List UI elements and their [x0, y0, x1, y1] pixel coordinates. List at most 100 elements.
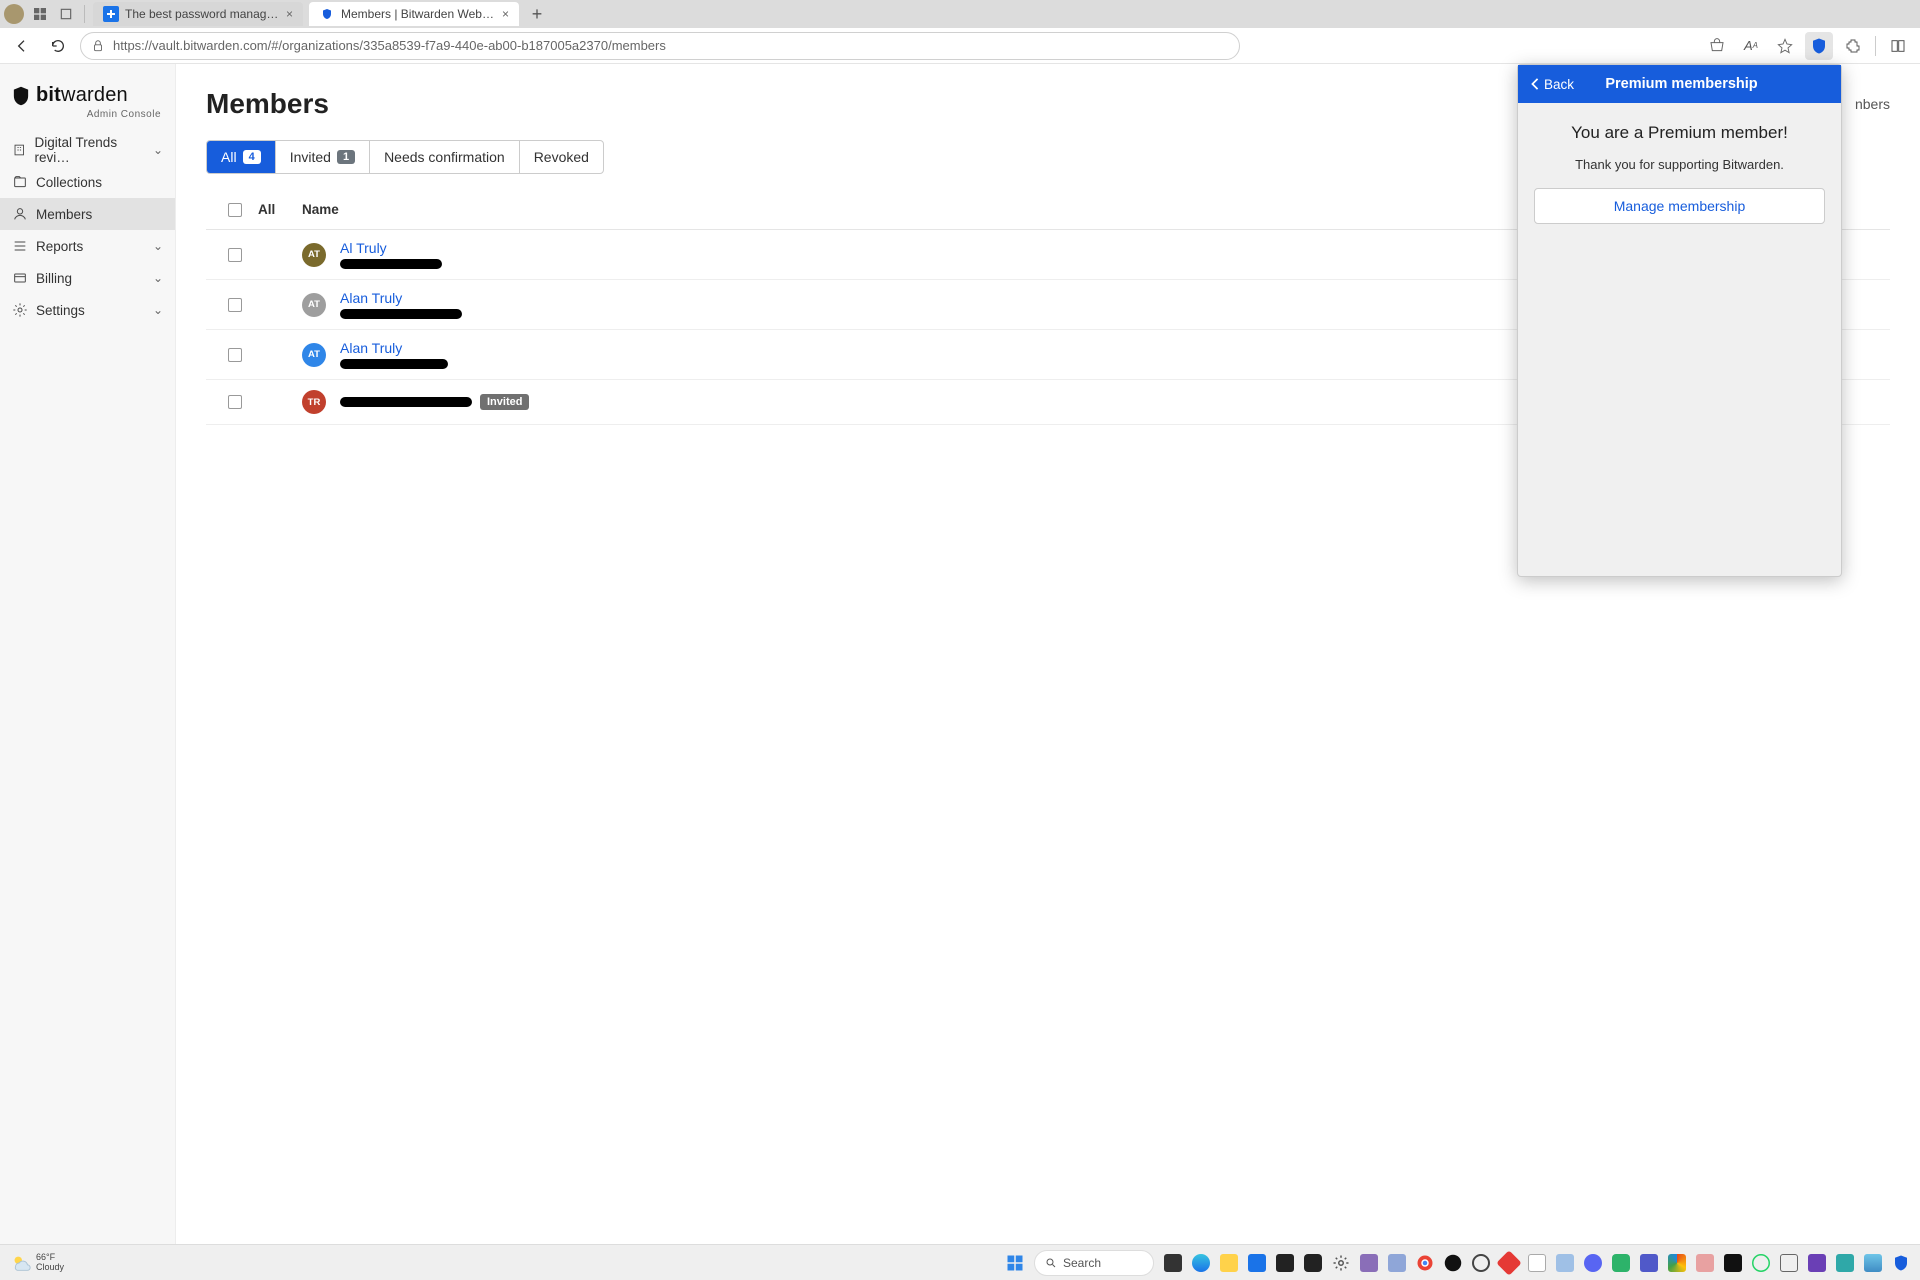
- avatar: AT: [302, 343, 326, 367]
- member-name-link[interactable]: Alan Truly: [340, 290, 462, 306]
- select-all-checkbox[interactable]: [228, 203, 242, 217]
- text-size-icon[interactable]: AA: [1737, 32, 1765, 60]
- shopping-icon[interactable]: [1703, 32, 1731, 60]
- new-tab-button[interactable]: +: [525, 2, 549, 26]
- favorite-star-icon[interactable]: [1771, 32, 1799, 60]
- url-bar[interactable]: https://vault.bitwarden.com/#/organizati…: [80, 32, 1240, 60]
- sidebar-item-reports[interactable]: Reports ⌄: [0, 230, 175, 262]
- circle-icon[interactable]: [1472, 1254, 1490, 1272]
- header-all[interactable]: All: [258, 202, 302, 217]
- filter-tab-revoked[interactable]: Revoked: [520, 141, 603, 173]
- diamond-icon[interactable]: [1496, 1250, 1521, 1275]
- redacted-email: [340, 259, 442, 269]
- taskview-icon[interactable]: [1164, 1254, 1182, 1272]
- extension-header: Back Premium membership: [1518, 65, 1841, 103]
- whatsapp-icon[interactable]: [1752, 1254, 1770, 1272]
- member-name-link[interactable]: Alan Truly: [340, 340, 448, 356]
- steam-icon[interactable]: [1444, 1254, 1462, 1272]
- taskbar[interactable]: 66°F Cloudy Search: [0, 1244, 1920, 1280]
- url-text: https://vault.bitwarden.com/#/organizati…: [113, 38, 666, 53]
- list-icon: [12, 238, 28, 254]
- tab-close-icon[interactable]: ×: [502, 7, 509, 21]
- avatar: AT: [302, 243, 326, 267]
- redacted-email: [340, 309, 462, 319]
- refresh-button[interactable]: [44, 32, 72, 60]
- person-icon: [12, 206, 28, 222]
- filter-tab-invited[interactable]: Invited 1: [276, 141, 370, 173]
- manage-membership-button[interactable]: Manage membership: [1534, 188, 1825, 224]
- app-icon[interactable]: [1360, 1254, 1378, 1272]
- app-icon[interactable]: [1388, 1254, 1406, 1272]
- browser-tab-1[interactable]: Members | Bitwarden Web vault ×: [309, 2, 519, 26]
- weather-icon[interactable]: [10, 1252, 32, 1274]
- premium-thanks: Thank you for supporting Bitwarden.: [1534, 157, 1825, 172]
- app-icon[interactable]: [1304, 1254, 1322, 1272]
- file-icon[interactable]: [1528, 1254, 1546, 1272]
- sidebar-item-label: Digital Trends revi…: [35, 135, 145, 165]
- folder-icon: [12, 174, 28, 190]
- extension-body: You are a Premium member! Thank you for …: [1518, 103, 1841, 244]
- chrome-icon[interactable]: [1416, 1254, 1434, 1272]
- filter-tab-label: Invited: [290, 149, 331, 165]
- explorer-icon[interactable]: [1220, 1254, 1238, 1272]
- discord-icon[interactable]: [1584, 1254, 1602, 1272]
- sidebar-item-label: Members: [36, 207, 92, 222]
- logo[interactable]: bitwarden: [0, 78, 175, 107]
- mail-icon[interactable]: [1780, 1254, 1798, 1272]
- sidebar-item-billing[interactable]: Billing ⌄: [0, 262, 175, 294]
- sidebar-item-label: Billing: [36, 271, 72, 286]
- app-icon[interactable]: [1668, 1254, 1686, 1272]
- filter-tabs: All 4 Invited 1 Needs confirmation Revok…: [206, 140, 604, 174]
- tab-actions-icon[interactable]: [56, 4, 76, 24]
- photos-icon[interactable]: [1556, 1254, 1574, 1272]
- sidebar-item-collections[interactable]: Collections: [0, 166, 175, 198]
- filter-tab-needs[interactable]: Needs confirmation: [370, 141, 520, 173]
- teams-icon[interactable]: [1640, 1254, 1658, 1272]
- filter-tab-all[interactable]: All 4: [207, 141, 276, 173]
- app-icon[interactable]: [1612, 1254, 1630, 1272]
- row-checkbox[interactable]: [228, 348, 242, 362]
- row-checkbox[interactable]: [228, 395, 242, 409]
- sidebar-item-settings[interactable]: Settings ⌄: [0, 294, 175, 326]
- start-icon[interactable]: [1006, 1254, 1024, 1272]
- back-button[interactable]: [8, 32, 36, 60]
- edge-icon[interactable]: [1192, 1254, 1210, 1272]
- app-icon[interactable]: [1836, 1254, 1854, 1272]
- workspaces-icon[interactable]: [30, 4, 50, 24]
- app-icon[interactable]: [1724, 1254, 1742, 1272]
- logo-subtitle: Admin Console: [0, 107, 175, 134]
- covered-header-text: nbers: [1855, 96, 1890, 112]
- avatar: AT: [302, 293, 326, 317]
- header-name[interactable]: Name: [302, 202, 1544, 217]
- taskbar-search[interactable]: Search: [1034, 1250, 1154, 1276]
- member-name-link[interactable]: Al Truly: [340, 240, 442, 256]
- task-icons: Search: [1006, 1250, 1910, 1276]
- filter-tab-label: Needs confirmation: [384, 149, 505, 165]
- filter-tab-label: Revoked: [534, 149, 589, 165]
- app-icon[interactable]: [1808, 1254, 1826, 1272]
- tab-favicon-icon: [319, 6, 335, 22]
- filter-tab-count: 1: [337, 150, 355, 164]
- nav-right-cluster: AA: [1703, 32, 1912, 60]
- bitwarden-extension-icon[interactable]: [1805, 32, 1833, 60]
- split-screen-icon[interactable]: [1884, 32, 1912, 60]
- gear-icon[interactable]: [1332, 1254, 1350, 1272]
- sidebar-item-members[interactable]: Members: [0, 198, 175, 230]
- app-icon[interactable]: [1696, 1254, 1714, 1272]
- billing-icon: [12, 270, 28, 286]
- redacted-email: [340, 359, 448, 369]
- terminal-icon[interactable]: [1276, 1254, 1294, 1272]
- filter-tab-count: 4: [243, 150, 261, 164]
- tab-close-icon[interactable]: ×: [286, 7, 293, 21]
- row-checkbox[interactable]: [228, 298, 242, 312]
- store-icon[interactable]: [1248, 1254, 1266, 1272]
- browser-tab-0[interactable]: The best password managers for ×: [93, 2, 303, 26]
- extensions-icon[interactable]: [1839, 32, 1867, 60]
- sidebar-item-org[interactable]: Digital Trends revi… ⌄: [0, 134, 175, 166]
- bitwarden-icon[interactable]: [1892, 1254, 1910, 1272]
- weather-widget[interactable]: 66°F Cloudy: [36, 1253, 64, 1272]
- row-checkbox[interactable]: [228, 248, 242, 262]
- app-icon[interactable]: [1864, 1254, 1882, 1272]
- extension-title: Premium membership: [1534, 76, 1829, 92]
- profile-avatar-icon[interactable]: [4, 4, 24, 24]
